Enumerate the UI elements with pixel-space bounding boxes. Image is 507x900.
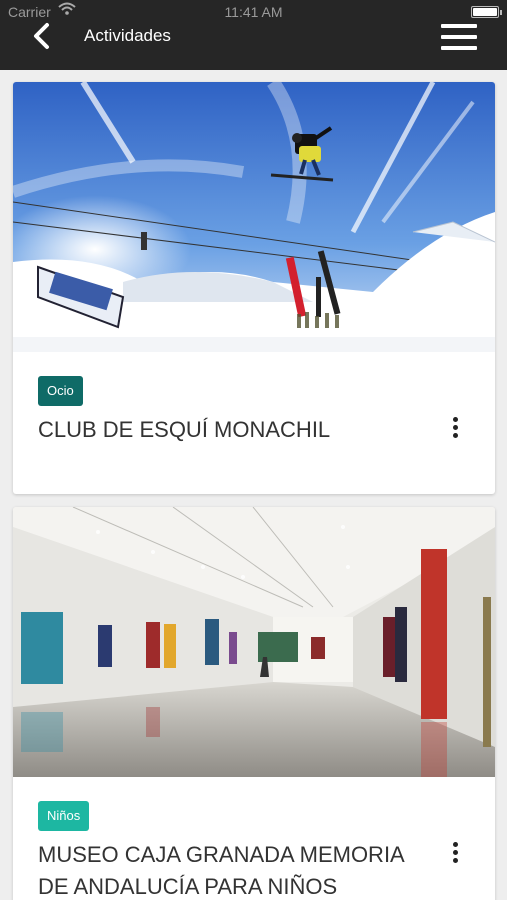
- more-vertical-icon[interactable]: [447, 841, 463, 867]
- museum-gallery-photo: [13, 507, 495, 777]
- battery-icon: [471, 6, 502, 18]
- category-badge: Ocio: [38, 376, 83, 406]
- menu-line: [441, 35, 477, 39]
- card-title: CLUB DE ESQUÍ MONACHIL: [38, 417, 331, 442]
- hamburger-menu-button[interactable]: [441, 24, 477, 50]
- ski-jump-photo: [13, 82, 495, 352]
- clock-time: 11:41 AM: [224, 4, 283, 20]
- page-title: Actividades: [84, 26, 171, 45]
- status-bar: Carrier 11:41 AM: [0, 0, 507, 24]
- category-badge: Niños: [38, 801, 90, 831]
- menu-line: [441, 24, 477, 28]
- app-bar: Carrier 11:41 AM Actividades: [0, 0, 507, 70]
- card-title: MUSEO CAJA GRANADA MEMORIA DE ANDALUCÍA …: [38, 842, 404, 899]
- more-vertical-icon[interactable]: [447, 416, 463, 442]
- back-chevron-icon[interactable]: [28, 22, 56, 50]
- activity-card[interactable]: Niños MUSEO CAJA GRANADA MEMORIA DE ANDA…: [13, 507, 495, 900]
- menu-line: [441, 46, 477, 50]
- activity-card[interactable]: Ocio CLUB DE ESQUÍ MONACHIL: [13, 82, 495, 494]
